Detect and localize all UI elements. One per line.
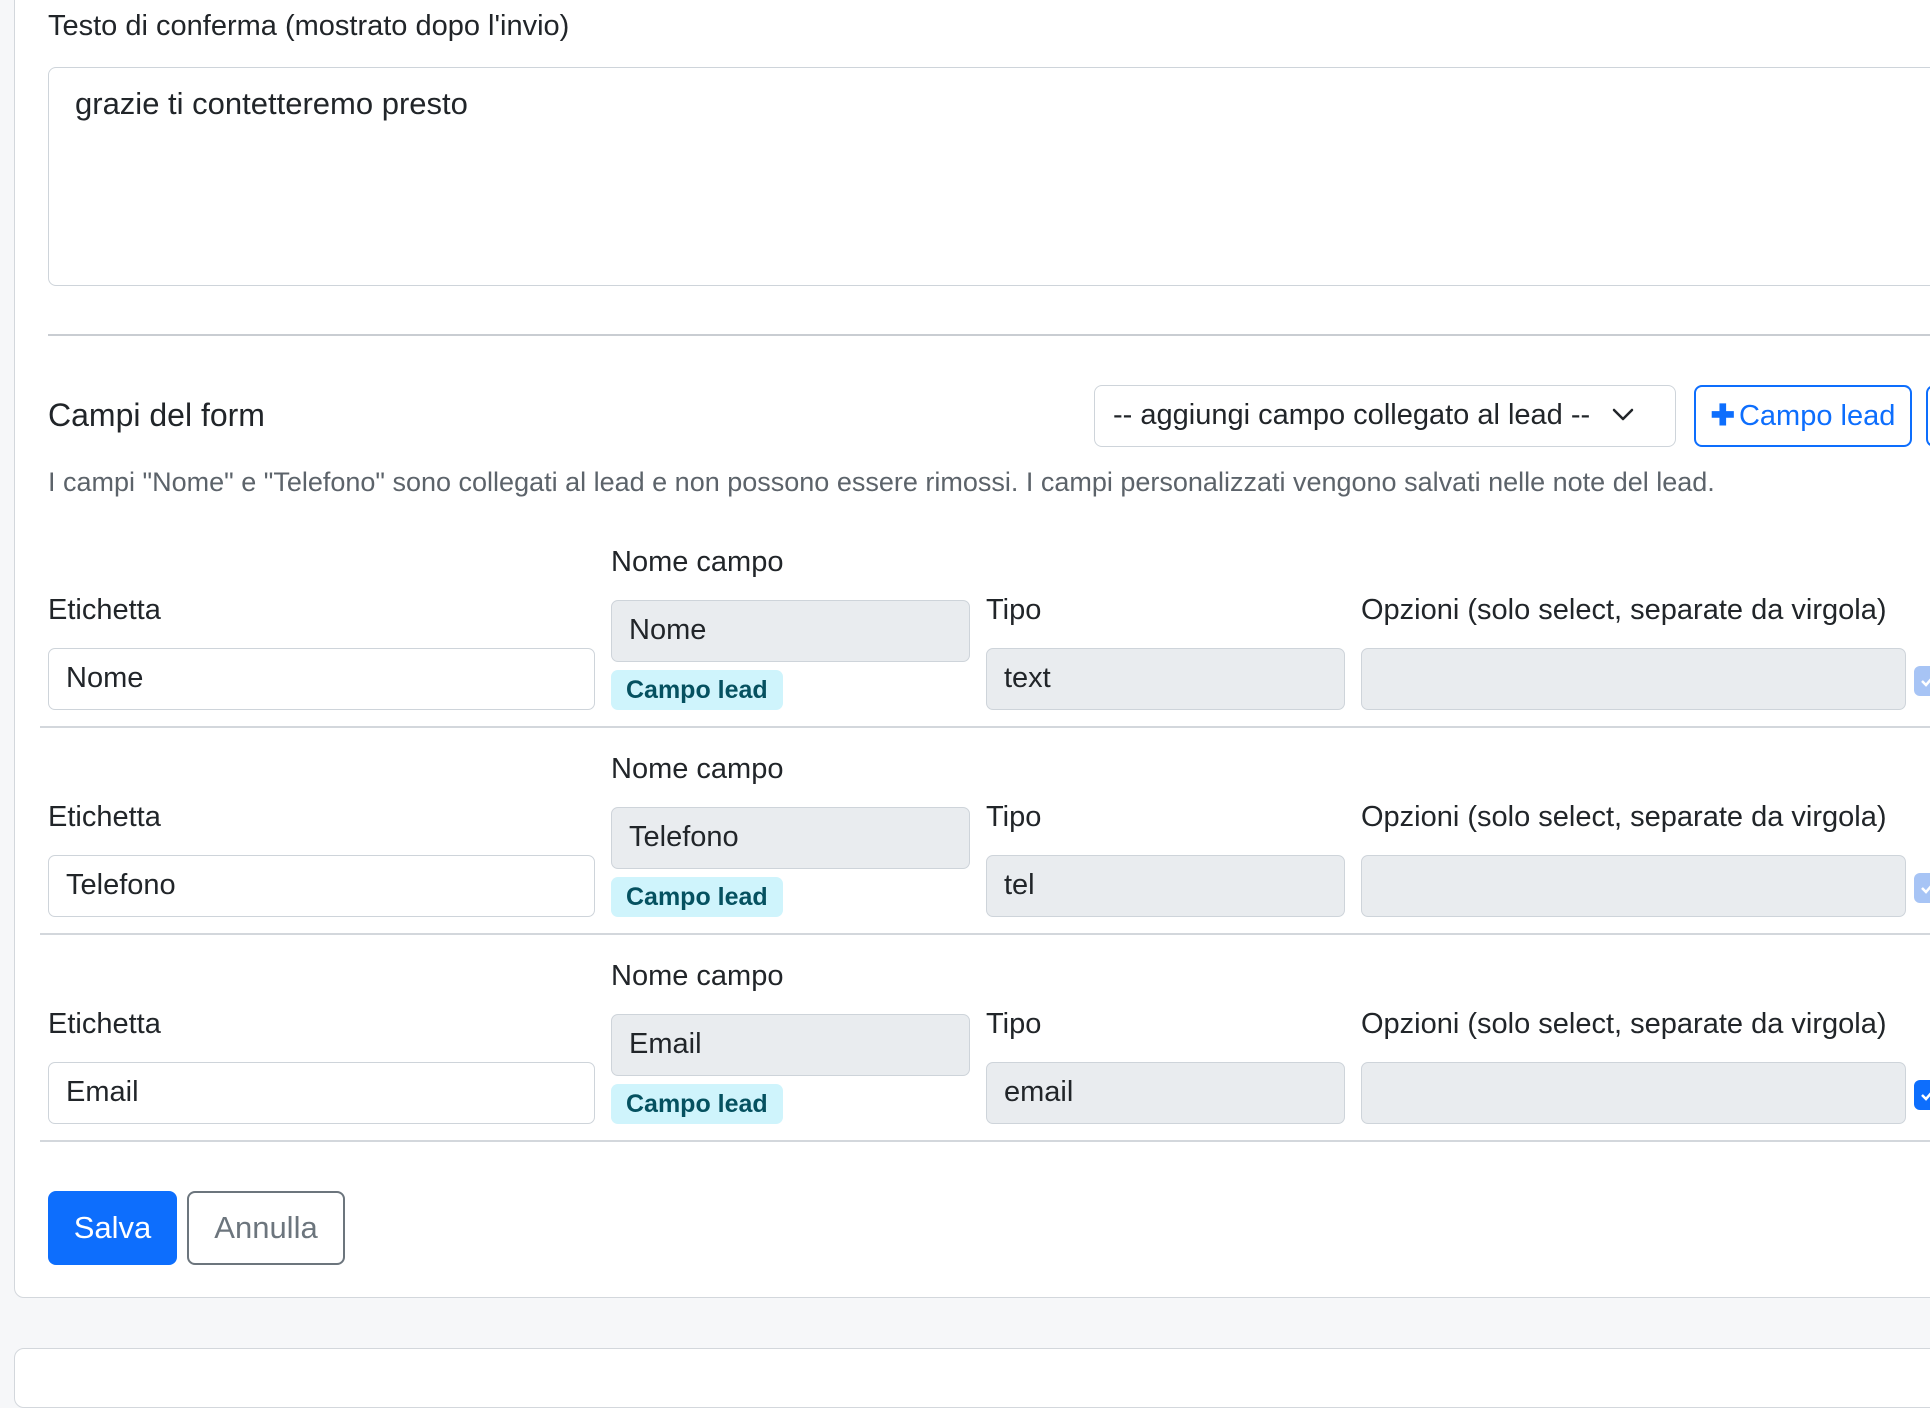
add-lead-field-select[interactable]: -- aggiungi campo collegato al lead --	[1094, 385, 1676, 447]
plus-icon: ✚	[1710, 400, 1735, 432]
add-lead-field-button-label: Campo lead	[1738, 400, 1896, 432]
field-type-select: email	[986, 1062, 1345, 1124]
fields-help-text: I campi "Nome" e "Telefono" sono collega…	[48, 467, 1715, 497]
label-column-label: Etichetta	[48, 594, 161, 626]
field-name-input: Email	[611, 1014, 970, 1076]
field-name-column-label: Nome campo	[611, 960, 784, 992]
field-options-input	[1361, 648, 1906, 710]
field-name-column-label: Nome campo	[611, 546, 784, 578]
field-label-input[interactable]: Telefono	[48, 855, 595, 917]
row-divider	[40, 1140, 1930, 1142]
type-column-label: Tipo	[986, 594, 1042, 626]
label-column-label: Etichetta	[48, 1008, 161, 1040]
field-label-input[interactable]: Nome	[48, 648, 595, 710]
confirmation-textarea[interactable]: grazie ti contetteremo presto	[48, 67, 1930, 286]
label-column-label: Etichetta	[48, 801, 161, 833]
type-column-label: Tipo	[986, 1008, 1042, 1040]
chevron-down-icon	[1611, 386, 1635, 445]
required-checkbox[interactable]	[1914, 873, 1930, 903]
field-label-input[interactable]: Email	[48, 1062, 595, 1124]
options-column-label: Opzioni (solo select, separate da virgol…	[1361, 801, 1887, 833]
field-name-input: Telefono	[611, 807, 970, 869]
add-lead-field-select-value: -- aggiungi campo collegato al lead --	[1113, 399, 1591, 431]
lead-field-badge: Campo lead	[611, 877, 783, 917]
required-checkbox[interactable]	[1914, 666, 1930, 696]
field-row: Etichetta Email Nome campo Email Campo l…	[0, 934, 1930, 1142]
section-divider	[48, 334, 1930, 336]
lead-field-badge: Campo lead	[611, 1084, 783, 1124]
field-name-column-label: Nome campo	[611, 753, 784, 785]
options-column-label: Opzioni (solo select, separate da virgol…	[1361, 1008, 1887, 1040]
confirmation-label: Testo di conferma (mostrato dopo l'invio…	[48, 10, 570, 42]
cancel-button[interactable]: Annulla	[187, 1191, 345, 1265]
field-type-select: tel	[986, 855, 1345, 917]
field-type-select: text	[986, 648, 1345, 710]
field-options-input	[1361, 855, 1906, 917]
field-options-input	[1361, 1062, 1906, 1124]
type-column-label: Tipo	[986, 801, 1042, 833]
options-column-label: Opzioni (solo select, separate da virgol…	[1361, 594, 1887, 626]
field-row: Etichetta Nome Nome campo Nome Campo lea…	[0, 520, 1930, 728]
save-button[interactable]: Salva	[48, 1191, 177, 1265]
field-row: Etichetta Telefono Nome campo Telefono C…	[0, 727, 1930, 935]
next-card	[14, 1348, 1930, 1408]
add-lead-field-button[interactable]: ✚ Campo lead	[1694, 385, 1912, 447]
field-name-input: Nome	[611, 600, 970, 662]
add-custom-field-button[interactable]	[1926, 385, 1930, 447]
lead-field-badge: Campo lead	[611, 670, 783, 710]
required-checkbox[interactable]	[1914, 1080, 1930, 1110]
fields-section-title: Campi del form	[48, 397, 265, 433]
